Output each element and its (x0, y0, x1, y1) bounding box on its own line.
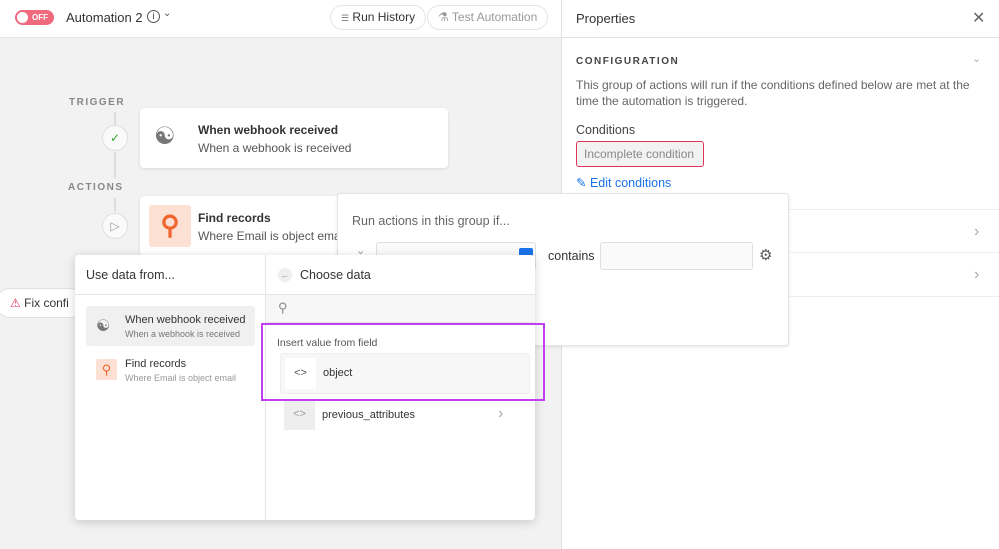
condition-heading: Run actions in this group if... (352, 214, 510, 228)
run-history-button[interactable]: ☰ Run History (330, 5, 427, 30)
section-label: Insert value from field (277, 337, 378, 349)
conditions-label: Conditions (576, 123, 636, 137)
connector (114, 112, 116, 126)
properties-header: Properties ✕ (562, 0, 999, 38)
connector (114, 152, 116, 178)
info-icon[interactable]: i (147, 10, 160, 23)
action-subtitle: Where Email is object ema (198, 229, 341, 243)
field-name: object (323, 367, 353, 379)
code-icon: <> (284, 399, 315, 430)
condition-value-input[interactable] (600, 242, 753, 270)
trigger-subtitle: When a webhook is received (198, 141, 352, 155)
pencil-icon: ✎ (576, 176, 587, 190)
chevron-down-icon[interactable]: ⌄ (163, 8, 171, 19)
properties-title: Properties (576, 11, 636, 26)
choose-data-title: Choose data (300, 268, 371, 282)
condition-chip[interactable]: Incomplete condition (576, 141, 704, 167)
fix-configuration-button[interactable]: ⚠ Fix confi (0, 288, 85, 318)
trigger-title: When webhook received (198, 123, 339, 137)
actions-label: ACTIONS (68, 182, 124, 193)
configuration-heading: CONFIGURATION (576, 56, 680, 67)
edit-conditions-link[interactable]: ✎ Edit conditions (576, 175, 671, 190)
trigger-label: TRIGGER (69, 97, 126, 108)
chevron-right-icon: › (974, 266, 980, 283)
data-search-input[interactable]: ⚲ (266, 295, 535, 323)
close-icon[interactable]: ✕ (972, 8, 985, 28)
search-icon: ⚲ (278, 300, 288, 315)
connector (114, 198, 116, 212)
list-icon: ☰ (341, 13, 350, 23)
play-icon[interactable]: ▷ (102, 213, 128, 239)
warning-icon: ⚠ (10, 296, 21, 310)
webhook-icon: ☯ (154, 123, 176, 150)
gear-icon[interactable]: ⚙ (759, 246, 772, 264)
check-icon: ✓ (102, 125, 128, 151)
back-arrow-icon[interactable]: ← (278, 268, 292, 282)
flask-icon: ⚗ (438, 10, 449, 24)
code-icon: <> (285, 358, 316, 389)
data-picker: Use data from... ☯ When webhook received… (75, 255, 535, 520)
run-history-label: Run History (352, 10, 416, 24)
search-icon: ⚲ (96, 359, 117, 380)
source-column: Use data from... ☯ When webhook received… (75, 255, 266, 520)
source-subtitle: When a webhook is received (125, 329, 241, 339)
choose-data-header: ← Choose data (266, 255, 535, 295)
trigger-card[interactable]: ☯ When webhook received When a webhook i… (140, 108, 448, 168)
operator-label[interactable]: contains (548, 249, 595, 263)
top-bar: OFF Automation 2 i ⌄ ☰ Run History ⚗ Tes… (0, 0, 561, 38)
chevron-down-icon[interactable]: ⌄ (972, 52, 981, 65)
field-item-previous-attributes[interactable]: <> previous_attributes › (280, 399, 530, 432)
search-icon: ⚲ (149, 205, 191, 247)
automation-title[interactable]: Automation 2 (66, 10, 143, 25)
source-item[interactable]: ⚲ Find records Where Email is object ema… (86, 350, 255, 390)
webhook-icon: ☯ (96, 318, 111, 335)
field-item-object[interactable]: <> object (280, 353, 530, 394)
source-item[interactable]: ☯ When webhook received When a webhook i… (86, 306, 255, 346)
automation-toggle[interactable]: OFF (15, 10, 54, 25)
field-name: previous_attributes (322, 409, 415, 421)
chevron-right-icon: › (974, 223, 980, 240)
test-automation-label: Test Automation (451, 10, 538, 24)
source-title: When webhook received (125, 314, 246, 326)
configuration-description: This group of actions will run if the co… (576, 78, 970, 108)
action-title: Find records (198, 211, 271, 225)
test-automation-button[interactable]: ⚗ Test Automation (427, 5, 549, 30)
edit-conditions-label: Edit conditions (589, 176, 672, 190)
chevron-right-icon: › (498, 405, 504, 422)
fix-label: Fix confi (24, 296, 69, 310)
source-subtitle: Where Email is object email (125, 373, 237, 383)
source-column-title: Use data from... (86, 268, 175, 282)
source-title: Find records (125, 358, 187, 370)
